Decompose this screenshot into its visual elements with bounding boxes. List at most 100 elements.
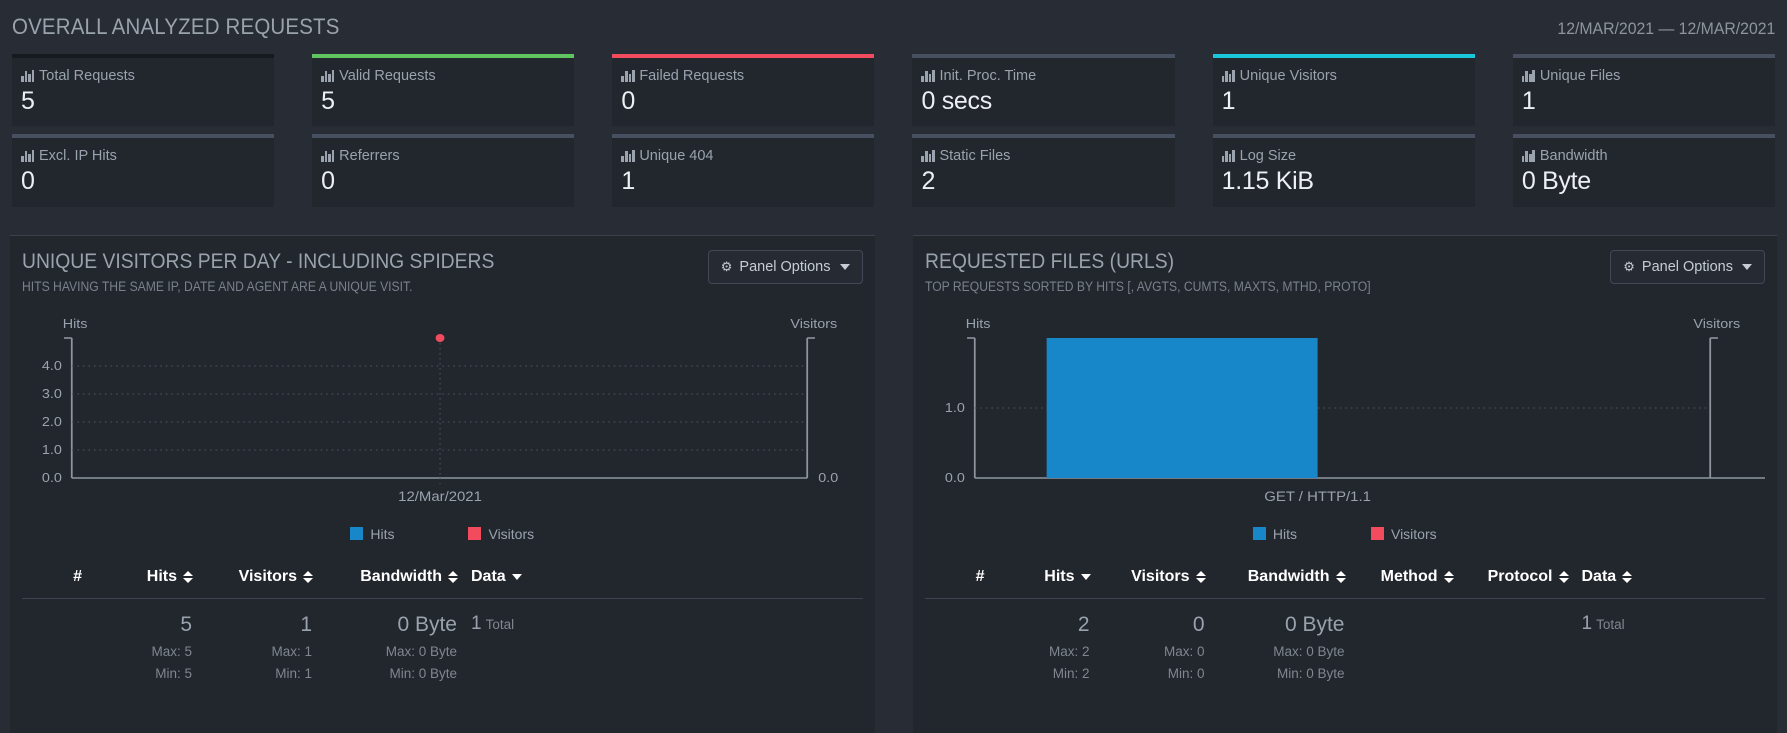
stat-card-label-wrap: Unique 404 bbox=[621, 148, 865, 164]
column-header-protocol[interactable]: Protocol bbox=[1453, 568, 1569, 599]
column-header-bandwidth[interactable]: Bandwidth bbox=[312, 568, 458, 599]
stat-card-label: Unique Visitors bbox=[1239, 68, 1337, 84]
panel-subtitle-left: HITS HAVING THE SAME IP, DATE AND AGENT … bbox=[22, 278, 413, 294]
legend-swatch-hits bbox=[350, 527, 364, 540]
gear-icon: ⚙ bbox=[1623, 258, 1635, 274]
column-header-hits[interactable]: Hits bbox=[82, 567, 193, 599]
panel-options-button-right[interactable]: ⚙ Panel Options bbox=[1610, 249, 1765, 284]
bar-chart-icon bbox=[621, 150, 635, 163]
stat-column: Total Requests 5 Excl. IP Hits 0 bbox=[12, 54, 275, 207]
column-header-method[interactable]: Method bbox=[1345, 568, 1454, 599]
stat-card-label: Excl. IP Hits bbox=[39, 148, 117, 165]
legend-item-visitors[interactable]: Visitors bbox=[468, 526, 534, 542]
column-label-bandwidth: Bandwidth bbox=[1247, 567, 1330, 585]
value-bandwidth-max: Max: 0 Byte bbox=[385, 643, 457, 659]
stat-card-value: 0 Byte bbox=[1521, 167, 1591, 196]
column-header-hash[interactable]: # bbox=[22, 568, 82, 599]
x-tick-label: GET / HTTP/1.1 bbox=[1264, 489, 1371, 504]
bar-hits bbox=[1046, 337, 1318, 478]
page-title: OVERALL ANALYZED REQUESTS bbox=[12, 14, 340, 39]
table-requested-files: # Hits Visitors Bandwidth Method Protoco… bbox=[924, 567, 1766, 681]
value-data-total-word: Total bbox=[1596, 616, 1625, 632]
overall-section: OVERALL ANALYZED REQUESTS 12/MAR/2021 — … bbox=[0, 0, 1787, 207]
visitors-data-point bbox=[435, 333, 445, 342]
value-hits-max: Max: 5 bbox=[151, 643, 192, 659]
bar-chart-icon bbox=[321, 150, 335, 163]
column-label-hash: # bbox=[73, 567, 82, 585]
legend-item-visitors[interactable]: Visitors bbox=[1370, 525, 1437, 542]
stat-card-value: 1.15 KiB bbox=[1221, 167, 1314, 196]
stat-card: Unique Files 1 bbox=[1512, 54, 1775, 127]
value-hits: 2 bbox=[1077, 612, 1090, 636]
value-hits-max: Max: 2 bbox=[1048, 643, 1090, 659]
stat-card: Unique 404 1 bbox=[612, 134, 875, 207]
stat-column: Init. Proc. Time 0 secs Static Files 2 bbox=[912, 54, 1175, 207]
panel-requested-files: REQUESTED FILES (URLS) TOP REQUESTS SORT… bbox=[912, 234, 1777, 733]
column-label-data: Data bbox=[1581, 567, 1617, 585]
bar-chart-icon bbox=[921, 150, 935, 163]
value-bandwidth-max: Max: 0 Byte bbox=[1273, 643, 1345, 659]
table-unique-visitors: # Hits Visitors Bandwidth Data 5 Max: 5 … bbox=[22, 568, 863, 681]
legend-item-hits[interactable]: Hits bbox=[1252, 526, 1297, 542]
stat-column: Unique Visitors 1 Log Size 1.15 KiB bbox=[1212, 54, 1475, 207]
sort-icon bbox=[183, 570, 193, 584]
value-hits-min: Min: 5 bbox=[155, 665, 192, 681]
stat-card-label: Failed Requests bbox=[639, 68, 745, 84]
y2-axis-title-right: Visitors bbox=[1693, 316, 1740, 330]
stat-card: Excl. IP Hits 0 bbox=[12, 134, 275, 207]
stat-card-value: 1 bbox=[1521, 87, 1536, 115]
cell-hash bbox=[925, 598, 985, 681]
y2-axis-title-left: Visitors bbox=[790, 316, 837, 330]
cell-data: 1 Total bbox=[457, 598, 863, 681]
bar-chart-icon bbox=[1221, 150, 1235, 163]
value-visitors-max: Max: 0 bbox=[1163, 643, 1205, 659]
panel-header-right: REQUESTED FILES (URLS) TOP REQUESTS SORT… bbox=[925, 249, 1765, 294]
legend-label-hits: Hits bbox=[370, 525, 395, 542]
y-axis-title-left: Hits bbox=[63, 316, 88, 330]
line-chart-svg: Hits Visitors 0.0 1.0 2.0 3.0 4.0 0.0 12… bbox=[42, 316, 839, 504]
column-header-hits[interactable]: Hits bbox=[985, 568, 1091, 599]
stat-card-label-wrap: Excl. IP Hits bbox=[21, 148, 265, 164]
stat-card-label: Bandwidth bbox=[1539, 148, 1608, 165]
panel-header-left: UNIQUE VISITORS PER DAY - INCLUDING SPID… bbox=[22, 249, 863, 294]
bar-chart-icon bbox=[1521, 70, 1536, 82]
column-label-hash: # bbox=[975, 567, 985, 585]
sort-icon bbox=[1335, 570, 1346, 584]
table-row[interactable]: 2 Max: 2 Min: 2 0 Max: 0 Min: 0 0 Byte M… bbox=[925, 598, 1766, 681]
bar-chart-icon bbox=[321, 70, 335, 82]
column-label-hits: Hits bbox=[146, 567, 177, 585]
stat-card-label-wrap: Static Files bbox=[921, 148, 1165, 164]
stat-card-label-wrap: Referrers bbox=[321, 148, 565, 164]
stat-card-value: 0 secs bbox=[921, 87, 992, 115]
stat-card-label-wrap: Unique Visitors bbox=[1221, 68, 1466, 84]
stat-card: Unique Visitors 1 bbox=[1212, 54, 1475, 127]
column-header-visitors[interactable]: Visitors bbox=[192, 568, 313, 599]
legend-item-hits[interactable]: Hits bbox=[350, 526, 394, 542]
column-header-visitors[interactable]: Visitors bbox=[1090, 568, 1206, 599]
y-tick-4: 4.0 bbox=[42, 358, 62, 372]
table-row[interactable]: 5 Max: 5 Min: 5 1 Max: 1 Min: 1 0 Byte M… bbox=[22, 598, 863, 681]
legend-label-visitors: Visitors bbox=[488, 525, 535, 542]
stat-card-value: 2 bbox=[921, 167, 936, 196]
sort-icon bbox=[1622, 570, 1633, 584]
sort-icon bbox=[448, 570, 458, 584]
column-header-data[interactable]: Data bbox=[457, 568, 863, 599]
bar-chart-svg: Hits Visitors 0.0 1.0 GET / HTTP/1.1 bbox=[944, 316, 1765, 504]
stat-card: Static Files 2 bbox=[912, 134, 1175, 207]
stat-card-value: 1 bbox=[1221, 87, 1236, 115]
panel-options-button-left[interactable]: ⚙ Panel Options bbox=[707, 249, 863, 284]
column-header-data[interactable]: Data bbox=[1568, 568, 1766, 599]
cell-hash bbox=[22, 598, 82, 681]
legend-label-visitors: Visitors bbox=[1390, 525, 1437, 542]
stat-card: Log Size 1.15 KiB bbox=[1212, 134, 1475, 207]
stat-card-value: 0 bbox=[321, 167, 335, 196]
column-header-hash[interactable]: # bbox=[925, 568, 985, 599]
y-tick-3: 3.0 bbox=[42, 386, 62, 400]
chart-requested-files: Hits Visitors 0.0 1.0 GET / HTTP/1.1 bbox=[925, 316, 1765, 516]
column-header-bandwidth[interactable]: Bandwidth bbox=[1205, 567, 1346, 599]
bar-chart-icon bbox=[621, 70, 635, 82]
y-axis-title-right: Hits bbox=[965, 316, 990, 330]
panel-unique-visitors: UNIQUE VISITORS PER DAY - INCLUDING SPID… bbox=[10, 234, 875, 733]
stat-card-value: 0 bbox=[621, 87, 635, 115]
y-tick-0: 0.0 bbox=[42, 470, 62, 484]
